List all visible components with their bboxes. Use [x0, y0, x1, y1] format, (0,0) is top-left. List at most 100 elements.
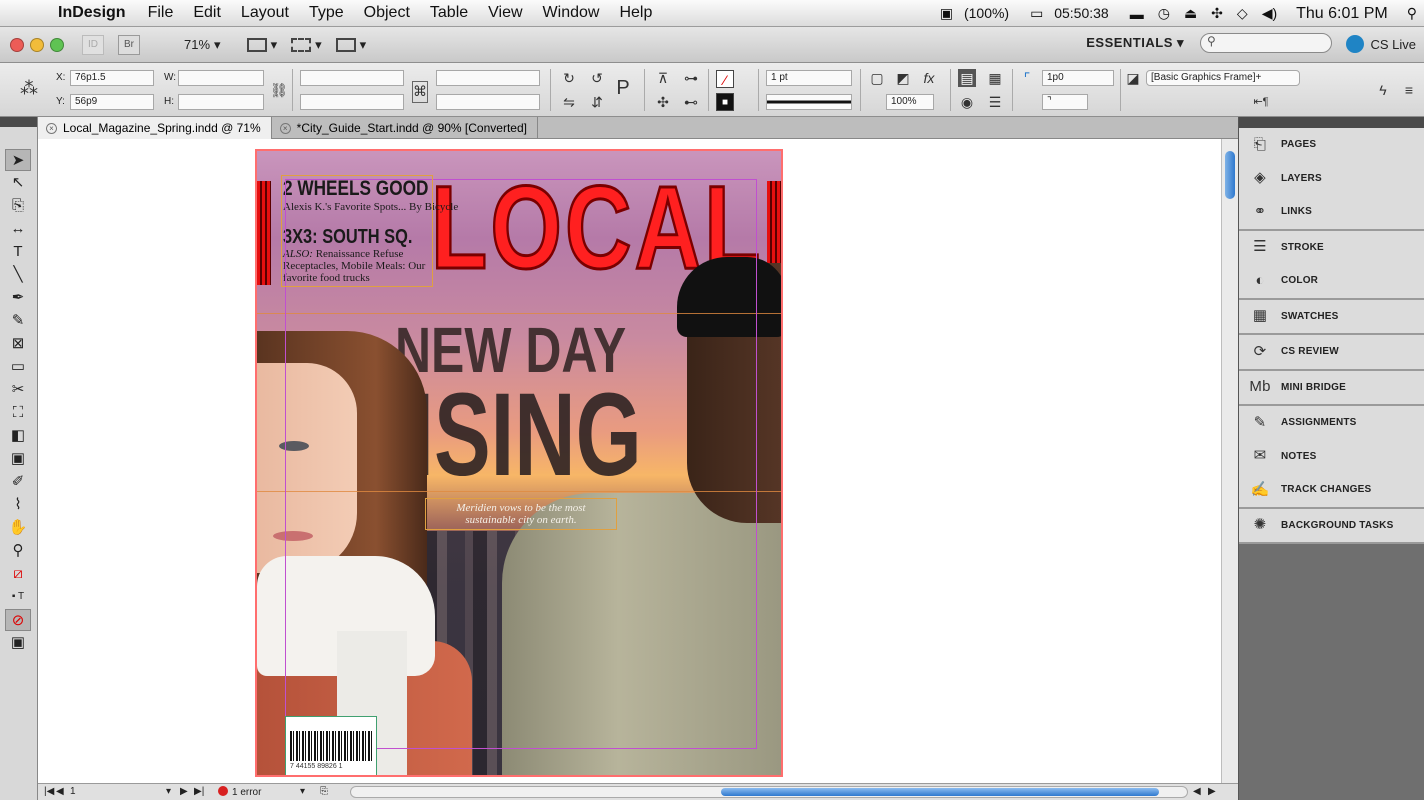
corner-options-icon[interactable]: ⌜ [1018, 69, 1036, 87]
menubar-clock[interactable]: Thu 6:01 PM [1284, 5, 1400, 23]
drop-shadow-icon[interactable]: ▢ [868, 69, 886, 87]
cover-lines-text-frame[interactable] [281, 175, 433, 287]
eyedropper-tool-icon[interactable]: ⌇ [5, 494, 31, 516]
menu-object[interactable]: Object [354, 4, 420, 22]
menu-table[interactable]: Table [420, 4, 478, 22]
last-page-icon[interactable]: ▶| [194, 786, 204, 797]
opacity-field[interactable]: 100% [886, 94, 934, 110]
corner-size-field[interactable]: 1p0 [1042, 70, 1114, 86]
y-position-field[interactable]: 56p9 [70, 94, 154, 110]
pen-tool-icon[interactable]: ✒ [5, 287, 31, 309]
view-options-button[interactable]: ▾ [246, 37, 277, 53]
direct-selection-tool-icon[interactable]: ↖ [5, 172, 31, 194]
constrain-scale-icon[interactable]: ⌘ [412, 81, 428, 103]
close-tab-icon[interactable]: × [46, 122, 57, 134]
time-machine-icon[interactable]: ◷ [1151, 5, 1177, 22]
flip-vertical-icon[interactable]: ⇵ [588, 93, 606, 111]
clear-overrides-icon[interactable]: ⇤¶ [1252, 93, 1270, 111]
rectangle-tool-icon[interactable]: ▭ [5, 356, 31, 378]
rotation-angle-field[interactable] [436, 70, 540, 86]
panel-pages[interactable]: ⎗ PAGES [1239, 128, 1424, 162]
menu-layout[interactable]: Layout [231, 4, 299, 22]
constrain-proportions-icon[interactable]: ⛓ [270, 81, 288, 99]
panel-track-changes[interactable]: ✍ TRACK CHANGES [1239, 473, 1424, 507]
spotlight-icon[interactable]: ⚲ [1400, 5, 1424, 22]
horizontal-scroll-thumb[interactable] [721, 788, 1159, 796]
panel-mini-bridge[interactable]: Mb MINI BRIDGE [1239, 371, 1424, 405]
gradient-tool-icon[interactable]: ◧ [5, 425, 31, 447]
panel-layers[interactable]: ◈ LAYERS [1239, 162, 1424, 196]
text-wrap-shape-icon[interactable]: ◉ [958, 93, 976, 111]
tab-city-guide[interactable]: × *City_Guide_Start.indd @ 90% [Converte… [272, 117, 538, 139]
select-content-icon[interactable]: ✣ [654, 93, 672, 111]
shadow-icon[interactable]: ◩ [894, 69, 912, 87]
fill-stroke-icon[interactable]: ⧄ [5, 563, 31, 585]
panel-links[interactable]: ⚭ LINKS [1239, 195, 1424, 229]
text-wrap-jump-icon[interactable]: ☰ [986, 93, 1004, 111]
screen-mode-icon[interactable]: ▣ [5, 632, 31, 654]
horizontal-scrollbar[interactable] [350, 786, 1188, 798]
preflight-status[interactable]: 1 error [218, 786, 261, 798]
arrange-documents-button[interactable]: ▾ [335, 37, 366, 53]
cs-live-button[interactable]: CS Live [1346, 35, 1416, 53]
eject-icon[interactable]: ⏏ [1177, 5, 1204, 22]
menu-edit[interactable]: Edit [183, 4, 231, 22]
bridge-button[interactable]: Br [118, 34, 140, 55]
effects-icon[interactable]: fx [920, 69, 938, 87]
reference-point-icon[interactable]: ⁂ [20, 79, 38, 97]
barcode-frame[interactable]: 7 44155 89826 1 [285, 716, 377, 775]
page-tool-icon[interactable]: ⎘ [5, 195, 31, 217]
formatting-affects-icon[interactable]: ▪ T [5, 586, 31, 608]
corner-shape-select[interactable]: ⌝ [1042, 94, 1088, 110]
height-field[interactable] [178, 94, 264, 110]
panel-menu-icon[interactable]: ≡ [1400, 81, 1418, 99]
minimize-window-button[interactable] [30, 37, 44, 52]
x-position-field[interactable]: 76p1.5 [70, 70, 154, 86]
selection-tool-icon[interactable]: ➤ [5, 149, 31, 171]
stroke-swatch-icon[interactable]: ■ [716, 93, 734, 111]
dock-header[interactable] [1239, 117, 1424, 128]
menu-view[interactable]: View [478, 4, 532, 22]
page-menu-icon[interactable]: ▾ [166, 786, 171, 797]
magazine-cover-page[interactable]: LOCAL 2 WHEELS GOOD Alexis K.'s Favorite… [255, 149, 783, 777]
note-tool-icon[interactable]: ✐ [5, 471, 31, 493]
gradient-feather-tool-icon[interactable]: ▣ [5, 448, 31, 470]
close-tab-icon[interactable]: × [279, 122, 291, 134]
screen-mode-button[interactable]: ▾ [291, 37, 322, 53]
object-style-select[interactable]: [Basic Graphics Frame]+ [1146, 70, 1300, 86]
preflight-menu-icon[interactable]: ▾ [300, 786, 305, 797]
panel-cs-review[interactable]: ⟳ CS REVIEW [1239, 335, 1424, 369]
rectangle-frame-tool-icon[interactable]: ⊠ [5, 333, 31, 355]
scroll-left-icon[interactable]: ◀ [1193, 786, 1201, 797]
pencil-tool-icon[interactable]: ✎ [5, 310, 31, 332]
zoom-window-button[interactable] [50, 37, 64, 52]
workspace-switcher[interactable]: ESSENTIALS ▾ [1086, 35, 1184, 51]
display-icon[interactable]: ▬ [1123, 6, 1151, 22]
menu-type[interactable]: Type [299, 4, 354, 22]
help-search-input[interactable]: ⚲ [1200, 33, 1332, 53]
wifi-icon[interactable]: ◇ [1230, 5, 1255, 22]
rotate-ccw-icon[interactable]: ↺ [588, 69, 606, 87]
page-number-field[interactable]: 1 [70, 786, 170, 797]
text-wrap-bbox-icon[interactable]: ▦ [986, 69, 1004, 87]
menu-window[interactable]: Window [533, 4, 610, 22]
scale-y-field[interactable] [300, 94, 404, 110]
scale-x-field[interactable] [300, 70, 404, 86]
open-file-icon[interactable]: ⎘ [320, 786, 328, 797]
gap-tool-icon[interactable]: ↔ [5, 218, 31, 240]
panel-notes[interactable]: ✉ NOTES [1239, 440, 1424, 474]
bluetooth-icon[interactable]: ✣ [1204, 5, 1230, 22]
select-next-icon[interactable]: ⊷ [682, 93, 700, 111]
width-field[interactable] [178, 70, 264, 86]
scroll-right-icon[interactable]: ▶ [1208, 786, 1216, 797]
vertical-scrollbar[interactable] [1221, 139, 1238, 783]
zoom-level-select[interactable]: 71% ▾ [184, 37, 221, 53]
line-tool-icon[interactable]: ╲ [5, 264, 31, 286]
panel-background-tasks[interactable]: ✺ BACKGROUND TASKS [1239, 509, 1424, 543]
panel-stroke[interactable]: ☰ STROKE [1239, 231, 1424, 265]
first-page-icon[interactable]: |◀ [44, 786, 54, 797]
stroke-type-select[interactable] [766, 94, 852, 110]
battery-status[interactable]: ▣ (100%) [933, 5, 1023, 22]
select-container-icon[interactable]: ⊼ [654, 69, 672, 87]
scissors-tool-icon[interactable]: ✂ [5, 379, 31, 401]
